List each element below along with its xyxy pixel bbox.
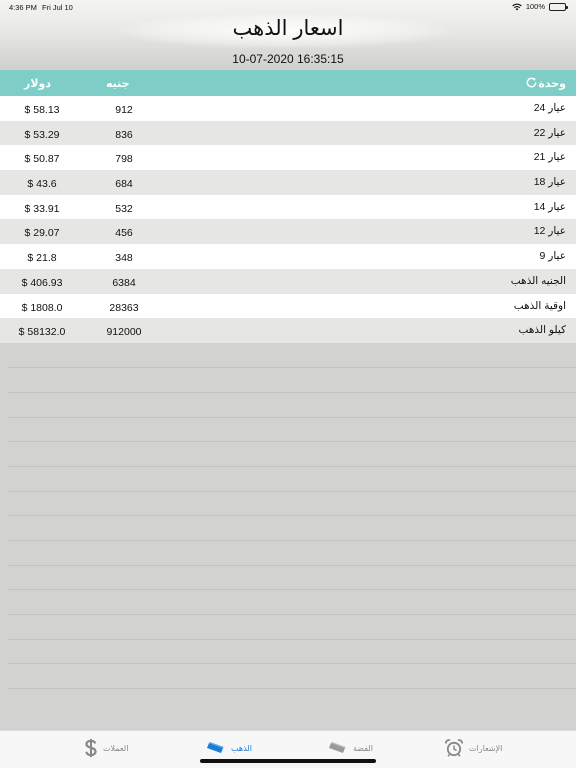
table-row[interactable]: $ 50.87 798 عيار 21 — [0, 145, 576, 171]
divider — [8, 466, 576, 467]
divider — [8, 614, 576, 615]
cell-pound: 348 — [115, 252, 133, 265]
tab-silver-label: الفضة — [353, 743, 373, 753]
page-title: اسعار الذهب — [232, 17, 344, 40]
status-bar: 4:36 PM Fri Jul 10 100% — [0, 0, 576, 14]
cell-pound: 456 — [115, 227, 133, 240]
table-row[interactable]: $ 58132.0 912000 كيلو الذهب — [0, 318, 576, 343]
cell-pound: 912000 — [106, 326, 142, 339]
cell-pound: 798 — [115, 153, 133, 166]
tab-alerts-label: الإشعارات — [469, 743, 503, 753]
empty-list-area — [0, 343, 576, 730]
status-right: 100% — [512, 2, 568, 11]
divider — [8, 639, 576, 640]
cell-pound: 684 — [115, 178, 133, 191]
tab-gold-label: الذهب — [231, 743, 252, 753]
tab-gold[interactable]: الذهب — [205, 737, 252, 759]
cell-dollar: $ 29.07 — [24, 227, 60, 240]
status-date: Fri Jul 10 — [42, 3, 73, 12]
divider — [8, 540, 576, 541]
divider — [8, 441, 576, 442]
cell-dollar: $ 1808.0 — [21, 301, 63, 314]
divider — [8, 491, 576, 492]
cell-unit: عيار 21 — [533, 151, 566, 164]
cell-pound: 836 — [115, 128, 133, 141]
cell-unit: كيلو الذهب — [518, 324, 566, 337]
cell-dollar: $ 406.93 — [21, 276, 63, 289]
battery-percent: 100% — [525, 2, 545, 11]
tab-silver[interactable]: الفضة — [327, 737, 373, 759]
cell-dollar: $ 58.13 — [24, 104, 60, 116]
wifi-icon — [512, 3, 522, 10]
column-header-dollar: دولار — [24, 78, 52, 90]
table-row[interactable]: $ 43.6 684 عيار 18 — [0, 170, 576, 195]
tab-currencies-label: العملات — [103, 743, 129, 753]
gold-bar-icon — [207, 742, 224, 753]
divider — [8, 515, 576, 516]
cell-pound: 532 — [115, 202, 133, 215]
cell-pound: 28363 — [109, 301, 139, 314]
divider — [8, 565, 576, 566]
cell-unit: عيار 18 — [533, 176, 566, 189]
dollar-icon — [85, 739, 97, 757]
cell-unit: عيار 22 — [533, 126, 566, 139]
cell-unit: الجنيه الذهب — [510, 274, 566, 287]
divider — [8, 663, 576, 664]
refresh-icon[interactable] — [525, 76, 538, 89]
table-row[interactable]: $ 58.13 912 عيار 24 — [0, 96, 576, 121]
cell-dollar: $ 58132.0 — [18, 326, 66, 339]
divider — [8, 688, 576, 689]
cell-unit: عيار 14 — [533, 200, 566, 213]
table-row[interactable]: $ 53.29 836 عيار 22 — [0, 120, 576, 146]
table-row[interactable]: $ 33.91 532 عيار 14 — [0, 194, 576, 220]
divider — [8, 367, 576, 368]
column-header-pound: جنيه — [106, 78, 130, 90]
cell-unit: اوقية الذهب — [513, 299, 566, 312]
divider — [8, 589, 576, 590]
tab-alerts[interactable]: الإشعارات — [445, 737, 502, 759]
column-header-unit: وحدة — [538, 78, 566, 90]
cell-unit: عيار 9 — [539, 250, 566, 263]
divider — [8, 392, 576, 393]
status-time: 4:36 PM — [9, 3, 37, 12]
alarm-clock-icon — [445, 739, 463, 757]
table-row[interactable]: $ 29.07 456 عيار 12 — [0, 219, 576, 245]
tab-currencies[interactable]: العملات — [85, 737, 128, 759]
price-table: $ 58.13 912 عيار 24 $ 53.29 836 عيار 22 … — [0, 96, 576, 343]
battery-icon — [549, 2, 568, 11]
cell-dollar: $ 50.87 — [24, 153, 60, 166]
cell-dollar: $ 33.91 — [24, 202, 60, 215]
table-row[interactable]: $ 406.93 6384 الجنيه الذهب — [0, 268, 576, 294]
divider — [8, 417, 576, 418]
cell-pound: 912 — [115, 104, 133, 116]
cell-unit: عيار 24 — [533, 102, 566, 114]
table-header: دولار جنيه وحدة — [0, 70, 576, 96]
cell-dollar: $ 53.29 — [24, 128, 60, 141]
cell-pound: 6384 — [112, 276, 136, 289]
cell-dollar: $ 43.6 — [27, 178, 57, 191]
home-indicator[interactable] — [200, 759, 376, 763]
cell-dollar: $ 21.8 — [27, 252, 57, 265]
table-row[interactable]: $ 1808.0 28363 اوقية الذهب — [0, 293, 576, 319]
last-updated-timestamp: 10-07-2020 16:35:15 — [232, 52, 344, 66]
table-row[interactable]: $ 21.8 348 عيار 9 — [0, 244, 576, 269]
silver-bar-icon — [329, 742, 346, 753]
cell-unit: عيار 12 — [533, 225, 566, 238]
